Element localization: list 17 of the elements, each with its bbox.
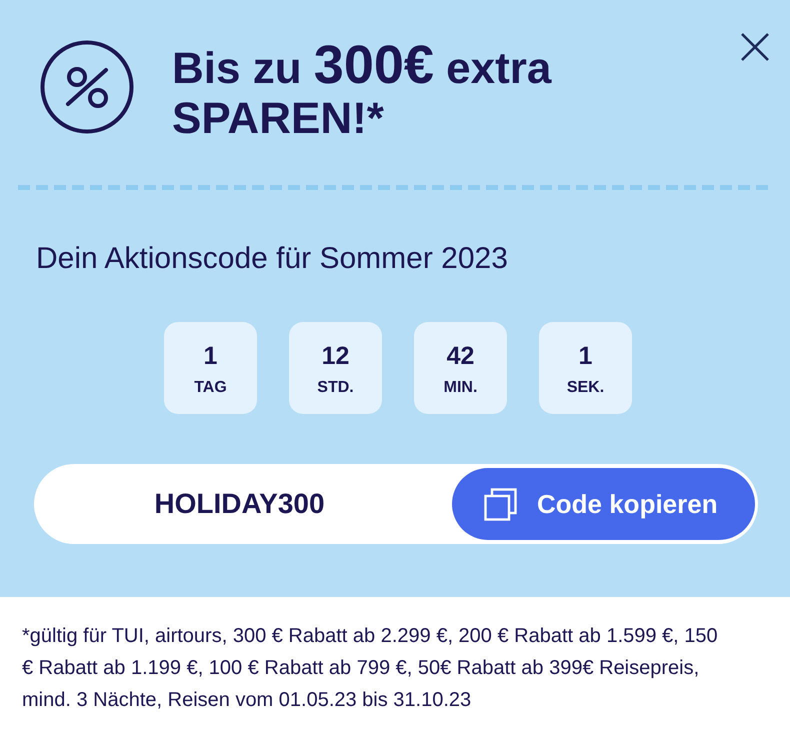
copy-code-button[interactable]: Code kopieren: [452, 468, 755, 540]
percent-icon: [40, 40, 134, 134]
countdown-unit: MIN.: [444, 378, 478, 398]
countdown-value: 12: [322, 342, 350, 370]
countdown-value: 1: [204, 342, 218, 370]
terms-text: *gültig für TUI, airtours, 300 € Rabatt ab 2.299 €, 200 € Rabatt ab 1.599 €, 150 € Rabatt ab 1.199 €, 100 € Rabatt ab 799 €, 50€ Rabatt ab 399€ Reisepreis, mind. 3 Nächte, Reisen vom 01.05.23 bis 31.10.23: [22, 624, 719, 713]
countdown-value: 42: [446, 342, 474, 370]
close-icon: [740, 32, 770, 62]
headline: Bis zu 300€ extra SPAREN!*: [172, 40, 553, 144]
countdown-unit: TAG: [194, 378, 227, 398]
countdown-value: 1: [578, 342, 592, 370]
promo-code-title: Dein Aktionscode für Sommer 2023: [36, 242, 508, 276]
copy-icon: [484, 488, 517, 520]
close-button[interactable]: [740, 32, 770, 62]
countdown-unit: STD.: [317, 378, 354, 398]
countdown-unit: SEK.: [566, 378, 604, 398]
promo-code: HOLIDAY300: [154, 488, 325, 520]
